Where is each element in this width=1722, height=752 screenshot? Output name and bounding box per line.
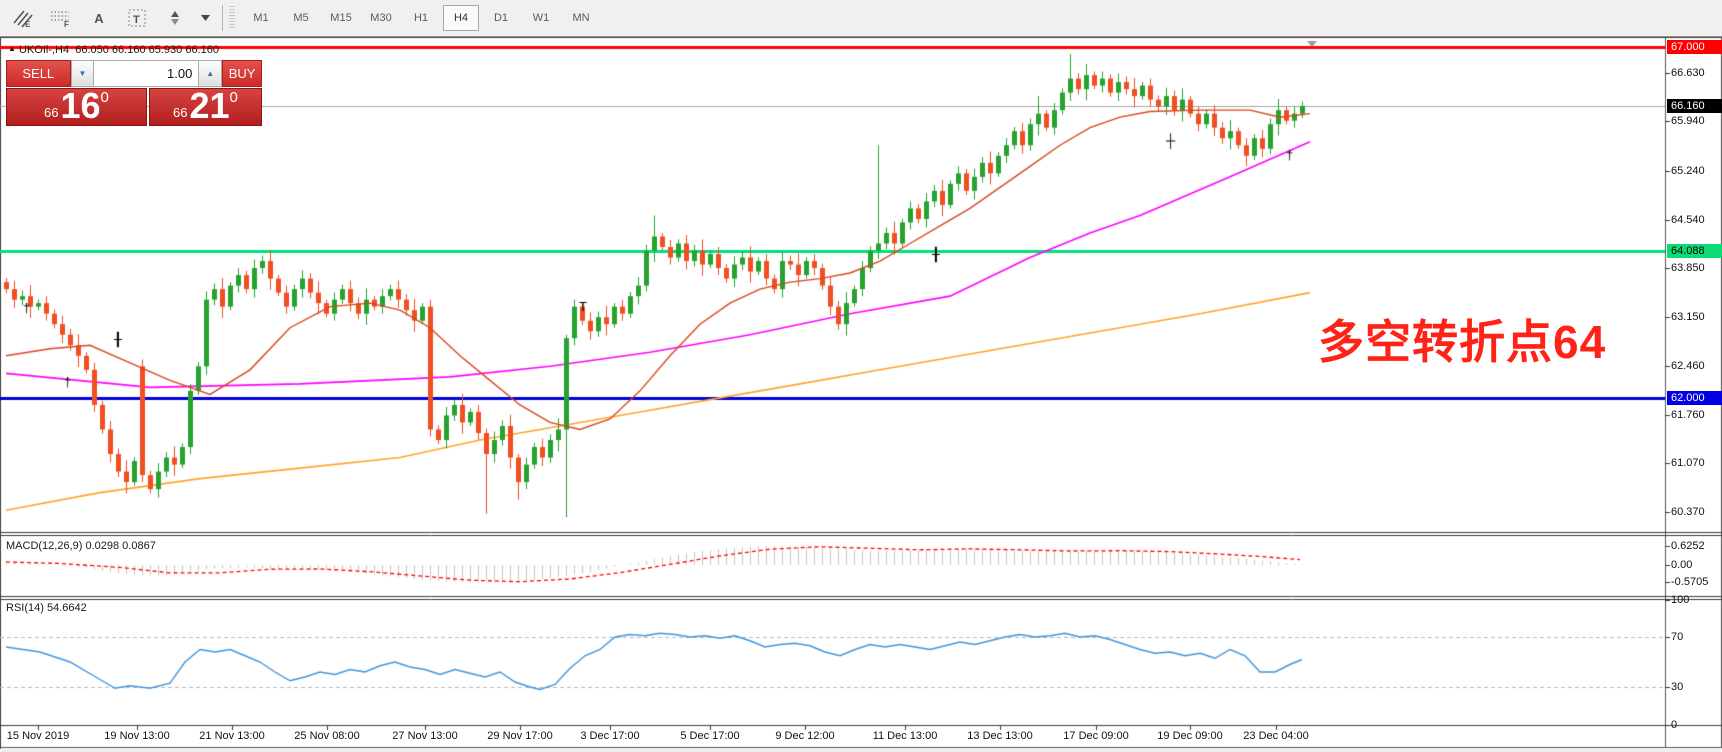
price-axis-label: 61.070 bbox=[1671, 457, 1721, 470]
sell-button[interactable]: SELL bbox=[6, 60, 71, 87]
buy-price-pips: 21 bbox=[189, 89, 229, 123]
buy-price-point: 0 bbox=[230, 90, 238, 105]
macd-axis-label: 0.00 bbox=[1671, 559, 1721, 572]
time-axis-label: 19 Nov 13:00 bbox=[104, 730, 169, 742]
time-axis-label: 11 Dec 13:00 bbox=[873, 730, 938, 742]
sell-price-pips: 16 bbox=[60, 89, 100, 123]
price-level-badge: 64.088 bbox=[1667, 244, 1722, 258]
price-axis-label: 65.940 bbox=[1671, 115, 1721, 128]
volume-decrease-button[interactable]: ▼ bbox=[71, 60, 95, 87]
rsi-axis-label: 70 bbox=[1671, 631, 1721, 644]
quote-header: ▲ UKOIl-,H4 66.050 66.160 65.930 66.160 bbox=[8, 44, 219, 56]
symbol-period-label: UKOIl-,H4 bbox=[19, 44, 69, 56]
macd-axis-label: -0.5705 bbox=[1671, 576, 1721, 589]
buy-price-button[interactable]: 66 21 0 bbox=[149, 88, 262, 126]
rsi-indicator-label: RSI(14) 54.6642 bbox=[6, 602, 87, 614]
price-axis-label: 60.370 bbox=[1671, 506, 1721, 519]
price-axis-label: 61.760 bbox=[1671, 409, 1721, 422]
rsi-axis-label: 30 bbox=[1671, 681, 1721, 694]
price-axis-label: 63.150 bbox=[1671, 311, 1721, 324]
time-axis-label: 17 Dec 09:00 bbox=[1063, 730, 1128, 742]
time-axis-label: 5 Dec 17:00 bbox=[680, 730, 739, 742]
price-axis-label: 66.630 bbox=[1671, 67, 1721, 80]
volume-increase-button[interactable]: ▲ bbox=[198, 60, 222, 87]
time-axis-label: 15 Nov 2019 bbox=[7, 730, 69, 742]
sell-price-point: 0 bbox=[101, 90, 109, 105]
buy-price-big-figure: 66 bbox=[173, 103, 187, 123]
time-axis-label: 23 Dec 04:00 bbox=[1243, 730, 1308, 742]
buy-button[interactable]: BUY bbox=[222, 60, 262, 87]
price-axis-label: 62.460 bbox=[1671, 360, 1721, 373]
chart-annotation-text: 多空转折点64 bbox=[1318, 306, 1606, 372]
time-axis-label: 21 Nov 13:00 bbox=[199, 730, 264, 742]
macd-indicator-label: MACD(12,26,9) 0.0298 0.0867 bbox=[6, 540, 156, 552]
macd-axis-label: 0.6252 bbox=[1671, 540, 1721, 553]
rsi-axis-label: 100 bbox=[1671, 594, 1721, 607]
time-axis-label: 27 Nov 13:00 bbox=[392, 730, 457, 742]
sell-price-big-figure: 66 bbox=[44, 103, 58, 123]
time-axis-label: 9 Dec 12:00 bbox=[775, 730, 834, 742]
ohlc-values: 66.050 66.160 65.930 66.160 bbox=[75, 44, 219, 56]
time-axis-label: 3 Dec 17:00 bbox=[580, 730, 639, 742]
time-axis-label: 19 Dec 09:00 bbox=[1157, 730, 1222, 742]
time-axis-label: 29 Nov 17:00 bbox=[487, 730, 552, 742]
sell-price-button[interactable]: 66 16 0 bbox=[6, 88, 147, 126]
one-click-trade-panel: SELL ▼ ▲ BUY 66 16 0 66 21 0 bbox=[6, 60, 262, 126]
price-axis-label: 64.540 bbox=[1671, 214, 1721, 227]
price-axis-label: 65.240 bbox=[1671, 165, 1721, 178]
current-price-badge: 66.160 bbox=[1667, 99, 1722, 113]
price-level-badge: 62.000 bbox=[1667, 391, 1722, 405]
quote-arrow-icon: ▲ bbox=[8, 44, 16, 53]
volume-input[interactable] bbox=[94, 60, 198, 87]
rsi-axis-label: 0 bbox=[1671, 719, 1721, 732]
time-axis-label: 13 Dec 13:00 bbox=[967, 730, 1032, 742]
price-axis-label: 63.850 bbox=[1671, 262, 1721, 275]
trading-terminal-window: E F A T M bbox=[0, 0, 1722, 752]
time-axis-label: 25 Nov 08:00 bbox=[294, 730, 359, 742]
price-level-badge: 67.000 bbox=[1667, 40, 1722, 54]
